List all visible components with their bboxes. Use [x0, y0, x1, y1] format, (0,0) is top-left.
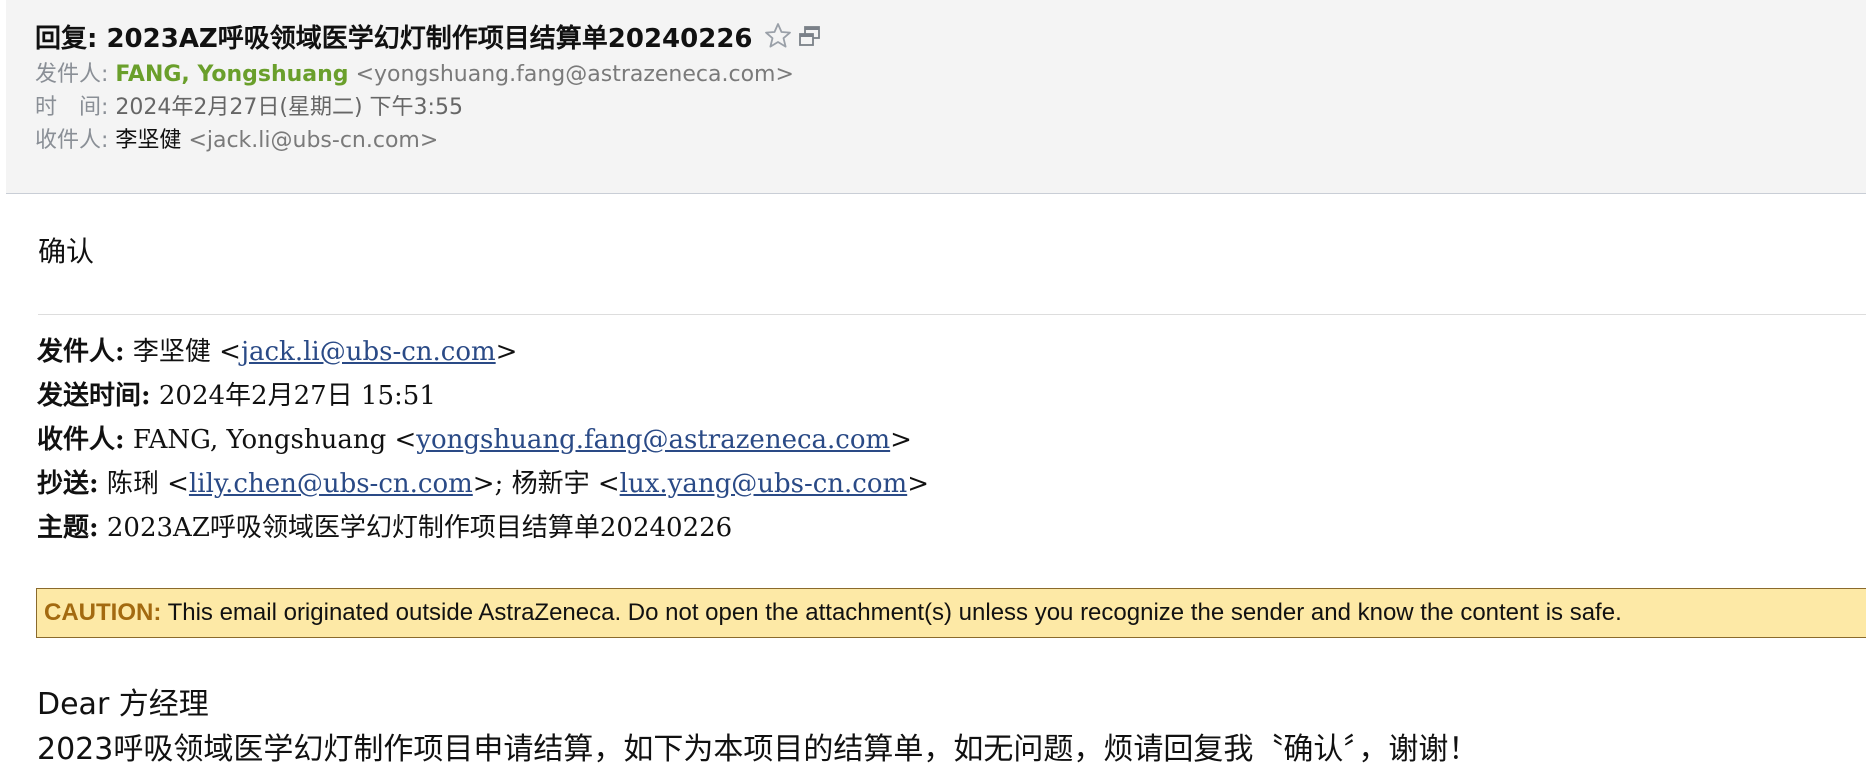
new-window-icon[interactable]: [797, 23, 823, 49]
quoted-header: 发件人: 李坚健 <jack.li@ubs-cn.com> 发送时间: 2024…: [37, 330, 929, 550]
quoted-cc-email2-link[interactable]: lux.yang@ubs-cn.com: [620, 469, 908, 499]
reply-text: 确认: [38, 235, 95, 268]
to-row: 收件人: 李坚健 <jack.li@ubs-cn.com>: [35, 124, 438, 158]
quoted-subject-value: 2023AZ呼吸领域医学幻灯制作项目结算单20240226: [98, 513, 733, 543]
time-row: 时 间: 2024年2月27日(星期二) 下午3:55: [35, 91, 463, 125]
recipient-name[interactable]: 李坚健: [115, 128, 181, 153]
quoted-sent-label: 发送时间:: [37, 381, 151, 411]
quoted-to-end: >: [890, 425, 912, 455]
quoted-from-email-link[interactable]: jack.li@ubs-cn.com: [241, 337, 496, 367]
recipient-email[interactable]: <jack.li@ubs-cn.com>: [188, 128, 438, 153]
body-paragraph: 2023呼吸领域医学幻灯制作项目申请结算，如下为本项目的结算单，如无问题，烦请回…: [37, 732, 1479, 767]
quoted-cc-email1-link[interactable]: lily.chen@ubs-cn.com: [189, 469, 473, 499]
quoted-cc-line: 抄送: 陈琍 <lily.chen@ubs-cn.com>; 杨新宇 <lux.…: [37, 462, 929, 506]
quoted-subject-line: 主题: 2023AZ呼吸领域医学幻灯制作项目结算单20240226: [37, 506, 929, 550]
quoted-cc-end: >: [907, 469, 929, 499]
caution-text: This email originated outside AstraZenec…: [161, 599, 1622, 626]
quoted-from-end: >: [495, 337, 518, 367]
sender-name[interactable]: FANG, Yongshuang: [115, 62, 348, 87]
subject-row: 回复: 2023AZ呼吸领域医学幻灯制作项目结算单20240226: [35, 16, 823, 56]
quote-divider: [38, 314, 1866, 315]
caution-label: CAUTION:: [44, 599, 162, 626]
quoted-to-name: FANG, Yongshuang <: [124, 425, 417, 455]
time-label: 时 间:: [35, 95, 109, 120]
greeting-line: Dear 方经理: [37, 687, 209, 722]
email-header: 回复: 2023AZ呼吸领域医学幻灯制作项目结算单20240226 发件人: F…: [6, 0, 1866, 194]
caution-banner: CAUTION: This email originated outside A…: [36, 588, 1866, 638]
quoted-to-label: 收件人:: [37, 425, 125, 455]
quoted-cc-sep: >; 杨新宇 <: [472, 469, 620, 499]
to-label: 收件人:: [35, 128, 109, 153]
time-value: 2024年2月27日(星期二) 下午3:55: [115, 95, 463, 120]
quoted-to-email-link[interactable]: yongshuang.fang@astrazeneca.com: [416, 425, 890, 455]
quoted-sent-line: 发送时间: 2024年2月27日 15:51: [37, 374, 929, 418]
quoted-from-line: 发件人: 李坚健 <jack.li@ubs-cn.com>: [37, 330, 929, 374]
quoted-from-label: 发件人:: [37, 337, 125, 367]
star-icon[interactable]: [763, 21, 793, 51]
quoted-cc-label: 抄送:: [37, 469, 99, 499]
quoted-cc-name1: 陈琍 <: [98, 469, 189, 499]
quoted-to-line: 收件人: FANG, Yongshuang <yongshuang.fang@a…: [37, 418, 929, 462]
sender-email[interactable]: <yongshuang.fang@astrazeneca.com>: [356, 62, 794, 87]
email-subject: 回复: 2023AZ呼吸领域医学幻灯制作项目结算单20240226: [35, 23, 753, 54]
from-row: 发件人: FANG, Yongshuang <yongshuang.fang@a…: [35, 58, 794, 92]
from-label: 发件人:: [35, 62, 109, 87]
quoted-from-name: 李坚健 <: [124, 337, 241, 367]
quoted-sent-value: 2024年2月27日 15:51: [150, 381, 436, 411]
quoted-subject-label: 主题:: [37, 513, 99, 543]
